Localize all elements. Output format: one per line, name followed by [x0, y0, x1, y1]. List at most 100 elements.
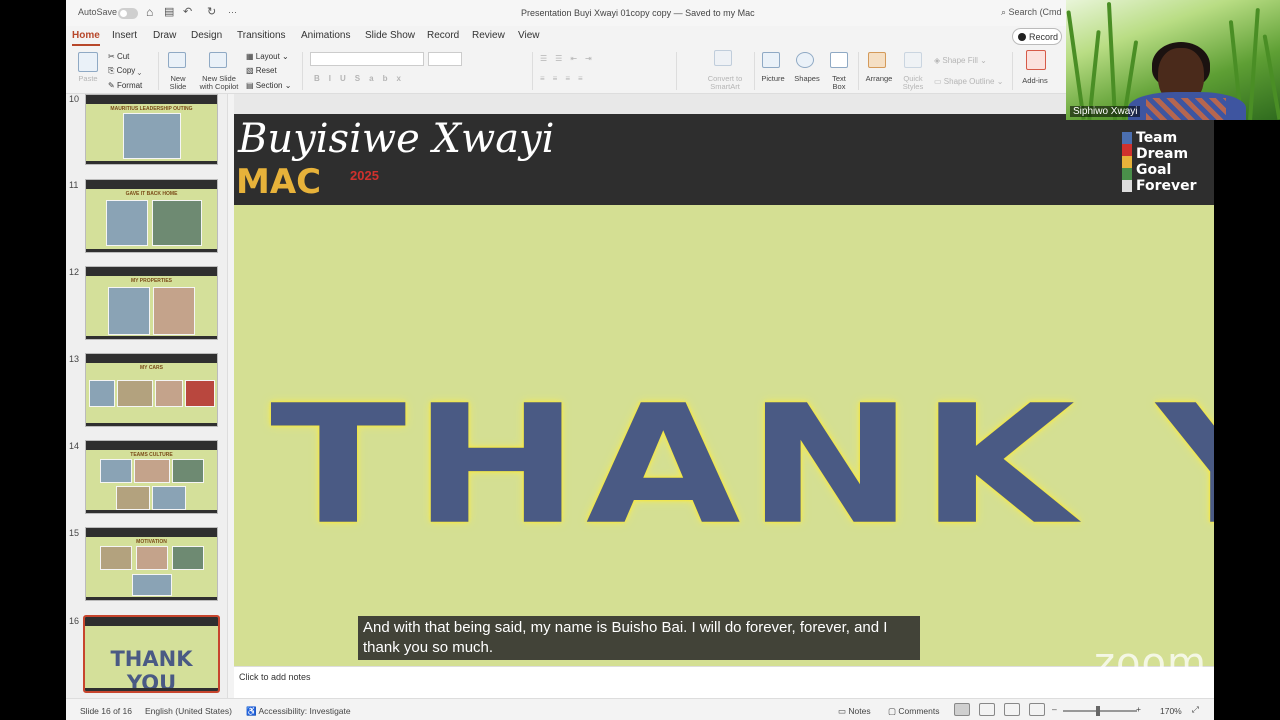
- paste-button[interactable]: Paste: [74, 75, 102, 83]
- thumb-photo: [106, 200, 148, 246]
- cut-button[interactable]: ✂ Cut: [108, 52, 129, 61]
- tab-view[interactable]: View: [518, 30, 540, 41]
- thumbnail-number: 14: [69, 441, 80, 451]
- tab-home[interactable]: Home: [72, 30, 100, 46]
- arrange-icon[interactable]: [868, 52, 886, 68]
- slide-editor[interactable]: Buyisiwe Xwayi MAC 2025 Team Dream Goal …: [234, 94, 1214, 666]
- slide-thumbnail-10[interactable]: MAURITIUS LEADERSHIP OUTING: [85, 94, 218, 165]
- record-button[interactable]: Record: [1012, 28, 1062, 45]
- home-icon[interactable]: ⌂: [146, 5, 153, 19]
- slide-thumbnail-13[interactable]: MY CARS: [85, 353, 218, 427]
- shape-fill-label: Shape Fill: [942, 56, 978, 65]
- normal-view-button[interactable]: [954, 703, 970, 716]
- shape-outline-label: Shape Outline: [943, 77, 995, 86]
- font-name-dropdown[interactable]: [310, 52, 424, 66]
- slide-thumbnails-panel[interactable]: 10 MAURITIUS LEADERSHIP OUTING 11 GAVE I…: [66, 94, 228, 698]
- new-slide-copilot-button[interactable]: New Slide with Copilot: [196, 75, 242, 91]
- text-box-button[interactable]: Text Box: [824, 75, 854, 91]
- comments-button[interactable]: ▢ Comments: [888, 706, 940, 717]
- text-box-icon[interactable]: [830, 52, 848, 68]
- notes-icon: ▭: [838, 706, 849, 716]
- paintbrush-icon: ✎: [108, 81, 117, 90]
- zoom-out-icon[interactable]: –: [1052, 704, 1057, 714]
- format-painter-button[interactable]: ✎ Format: [108, 81, 142, 90]
- document-title[interactable]: Presentation Buyi Xwayi 01copy copy — Sa…: [521, 8, 755, 18]
- search-box[interactable]: ⌕ Search (Cmd: [1001, 7, 1062, 18]
- thank-you-headline[interactable]: THANK YOU: [270, 384, 1214, 548]
- comment-icon: ▢: [888, 706, 899, 716]
- slide-thumbnail-14[interactable]: TEAMS CULTURE: [85, 440, 218, 514]
- align-icons[interactable]: ≡≡≡≡: [540, 74, 591, 83]
- tab-insert[interactable]: Insert: [112, 30, 137, 41]
- add-ins-button[interactable]: Add-ins: [1018, 77, 1052, 85]
- layout-button[interactable]: ▦ Layout ⌄: [246, 52, 289, 61]
- zoom-slider-handle[interactable]: [1096, 706, 1100, 716]
- thumb-photo: [152, 200, 202, 246]
- team-line: Forever: [1136, 178, 1197, 194]
- redo-icon[interactable]: ↻: [207, 5, 216, 18]
- cut-label: Cut: [116, 52, 130, 61]
- copy-button[interactable]: ⎘ Copy ⌄: [108, 66, 141, 76]
- language-indicator[interactable]: English (United States): [145, 706, 232, 716]
- picture-icon[interactable]: [762, 52, 780, 68]
- thumb-header: [86, 441, 217, 450]
- notes-button[interactable]: ▭ Notes: [838, 706, 871, 717]
- shapes-button[interactable]: Shapes: [790, 75, 824, 83]
- shapes-icon[interactable]: [796, 52, 814, 68]
- quick-styles-button[interactable]: Quick Styles: [898, 75, 928, 91]
- section-label: Section: [255, 81, 283, 90]
- slide-sorter-view-button[interactable]: [979, 703, 995, 716]
- reset-button[interactable]: ▧ Reset: [246, 66, 277, 75]
- zoom-level[interactable]: 170%: [1160, 706, 1182, 716]
- arrange-button[interactable]: Arrange: [862, 75, 896, 83]
- picture-button[interactable]: Picture: [756, 75, 790, 83]
- copilot-icon[interactable]: [209, 52, 227, 68]
- quick-styles-icon[interactable]: [904, 52, 922, 68]
- smartart-icon[interactable]: [714, 50, 732, 66]
- thumb-header: [86, 528, 217, 537]
- text-format-icons[interactable]: BIUSabx: [314, 74, 410, 83]
- tab-slide-show[interactable]: Slide Show: [365, 30, 415, 41]
- tab-animations[interactable]: Animations: [301, 30, 350, 41]
- notes-pane[interactable]: Click to add notes: [234, 666, 1214, 698]
- slide-thumbnail-16[interactable]: THANK YOU: [83, 615, 220, 693]
- fit-slide-icon[interactable]: ⤢: [1192, 704, 1199, 715]
- zoom-in-icon[interactable]: +: [1136, 704, 1141, 714]
- convert-smartart-button[interactable]: Convert to SmartArt: [700, 75, 750, 91]
- thumb-title: MOTIVATION: [136, 539, 167, 545]
- autosave-toggle[interactable]: [118, 8, 138, 19]
- slideshow-view-button[interactable]: [1029, 703, 1045, 716]
- participant-video-tile[interactable]: Siphiwo Xwayi: [1066, 0, 1280, 120]
- reading-view-button[interactable]: [1004, 703, 1020, 716]
- tab-transitions[interactable]: Transitions: [237, 30, 286, 41]
- section-button[interactable]: ▤ Section ⌄: [246, 81, 291, 90]
- zoom-slider[interactable]: [1063, 710, 1137, 712]
- new-slide-icon[interactable]: [168, 52, 186, 68]
- tab-review[interactable]: Review: [472, 30, 505, 41]
- undo-icon[interactable]: ↶: [183, 5, 192, 18]
- add-ins-icon[interactable]: [1026, 50, 1046, 70]
- paste-icon[interactable]: [78, 52, 98, 72]
- save-icon[interactable]: ▤: [164, 5, 174, 18]
- powerpoint-window: AutoSave ⌂ ▤ ↶ ↻ ··· Presentation Buyi X…: [66, 0, 1214, 720]
- slide-thumbnail-12[interactable]: MY PROPERTIES: [85, 266, 218, 340]
- more-icon[interactable]: ···: [228, 7, 237, 17]
- accessibility-button[interactable]: ♿ Accessibility: Investigate: [246, 706, 351, 717]
- slide-thumbnail-11[interactable]: GAVE IT BACK HOME: [85, 179, 218, 253]
- list-icons[interactable]: ☰☰⇤⇥: [540, 54, 600, 63]
- slide-16-canvas[interactable]: Buyisiwe Xwayi MAC 2025 Team Dream Goal …: [234, 114, 1214, 666]
- slide-thumbnail-15[interactable]: MOTIVATION: [85, 527, 218, 601]
- new-slide-button[interactable]: New Slide: [164, 75, 192, 91]
- shape-outline-button[interactable]: ▭ Shape Outline ⌄: [934, 77, 1003, 86]
- thumb-photo: [116, 486, 150, 510]
- thumb-footer: [86, 249, 217, 252]
- live-caption: And with that being said, my name is Bui…: [358, 616, 920, 660]
- tab-design[interactable]: Design: [191, 30, 222, 41]
- tab-record[interactable]: Record: [427, 30, 459, 41]
- shape-fill-button[interactable]: ◈ Shape Fill ⌄: [934, 56, 987, 65]
- thumb-header: [85, 617, 218, 626]
- thumb-header: [86, 354, 217, 363]
- tab-draw[interactable]: Draw: [153, 30, 176, 41]
- font-size-dropdown[interactable]: [428, 52, 462, 66]
- divider: [858, 52, 859, 90]
